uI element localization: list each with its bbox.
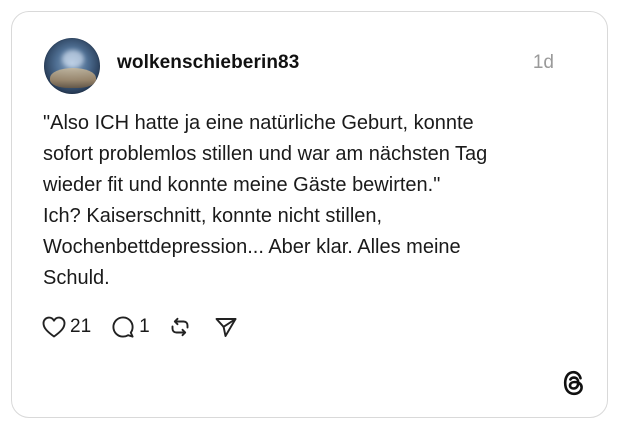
username[interactable]: wolkenschieberin83 bbox=[117, 52, 299, 74]
threads-logo-icon bbox=[561, 369, 587, 397]
repost-arrows-icon bbox=[168, 315, 192, 339]
avatar-image-ground bbox=[50, 68, 96, 88]
post-text-line: Schuld. bbox=[43, 267, 110, 289]
repost-button[interactable] bbox=[168, 315, 192, 339]
like-count: 21 bbox=[70, 316, 92, 337]
post-card: wolkenschieberin83 1d "Also ICH hatte ja… bbox=[11, 11, 608, 418]
like-button[interactable]: 21 bbox=[42, 316, 91, 338]
avatar[interactable] bbox=[44, 38, 100, 94]
share-button[interactable] bbox=[214, 315, 238, 339]
action-bar: 21 1 bbox=[42, 314, 238, 340]
post-timestamp: 1d bbox=[532, 52, 554, 73]
post-text-line: "Also ICH hatte ja eine natürliche Gebur… bbox=[43, 112, 474, 134]
post-text-line: Wochenbettdepression... Aber klar. Alles… bbox=[43, 236, 461, 258]
paper-plane-icon bbox=[214, 315, 238, 339]
heart-icon bbox=[42, 316, 66, 338]
post-text-line: sofort problemlos stillen und war am näc… bbox=[43, 143, 488, 165]
post-text-line: Ich? Kaiserschnitt, konnte nicht stillen… bbox=[43, 205, 383, 227]
reply-button[interactable]: 1 bbox=[111, 315, 150, 339]
post-text-line: wieder fit und konnte meine Gäste bewirt… bbox=[43, 174, 441, 196]
avatar-image-highlight bbox=[62, 50, 84, 68]
post-text: "Also ICH hatte ja eine natürliche Gebur… bbox=[43, 108, 563, 294]
reply-count: 1 bbox=[139, 316, 150, 337]
speech-bubble-icon bbox=[111, 315, 135, 339]
